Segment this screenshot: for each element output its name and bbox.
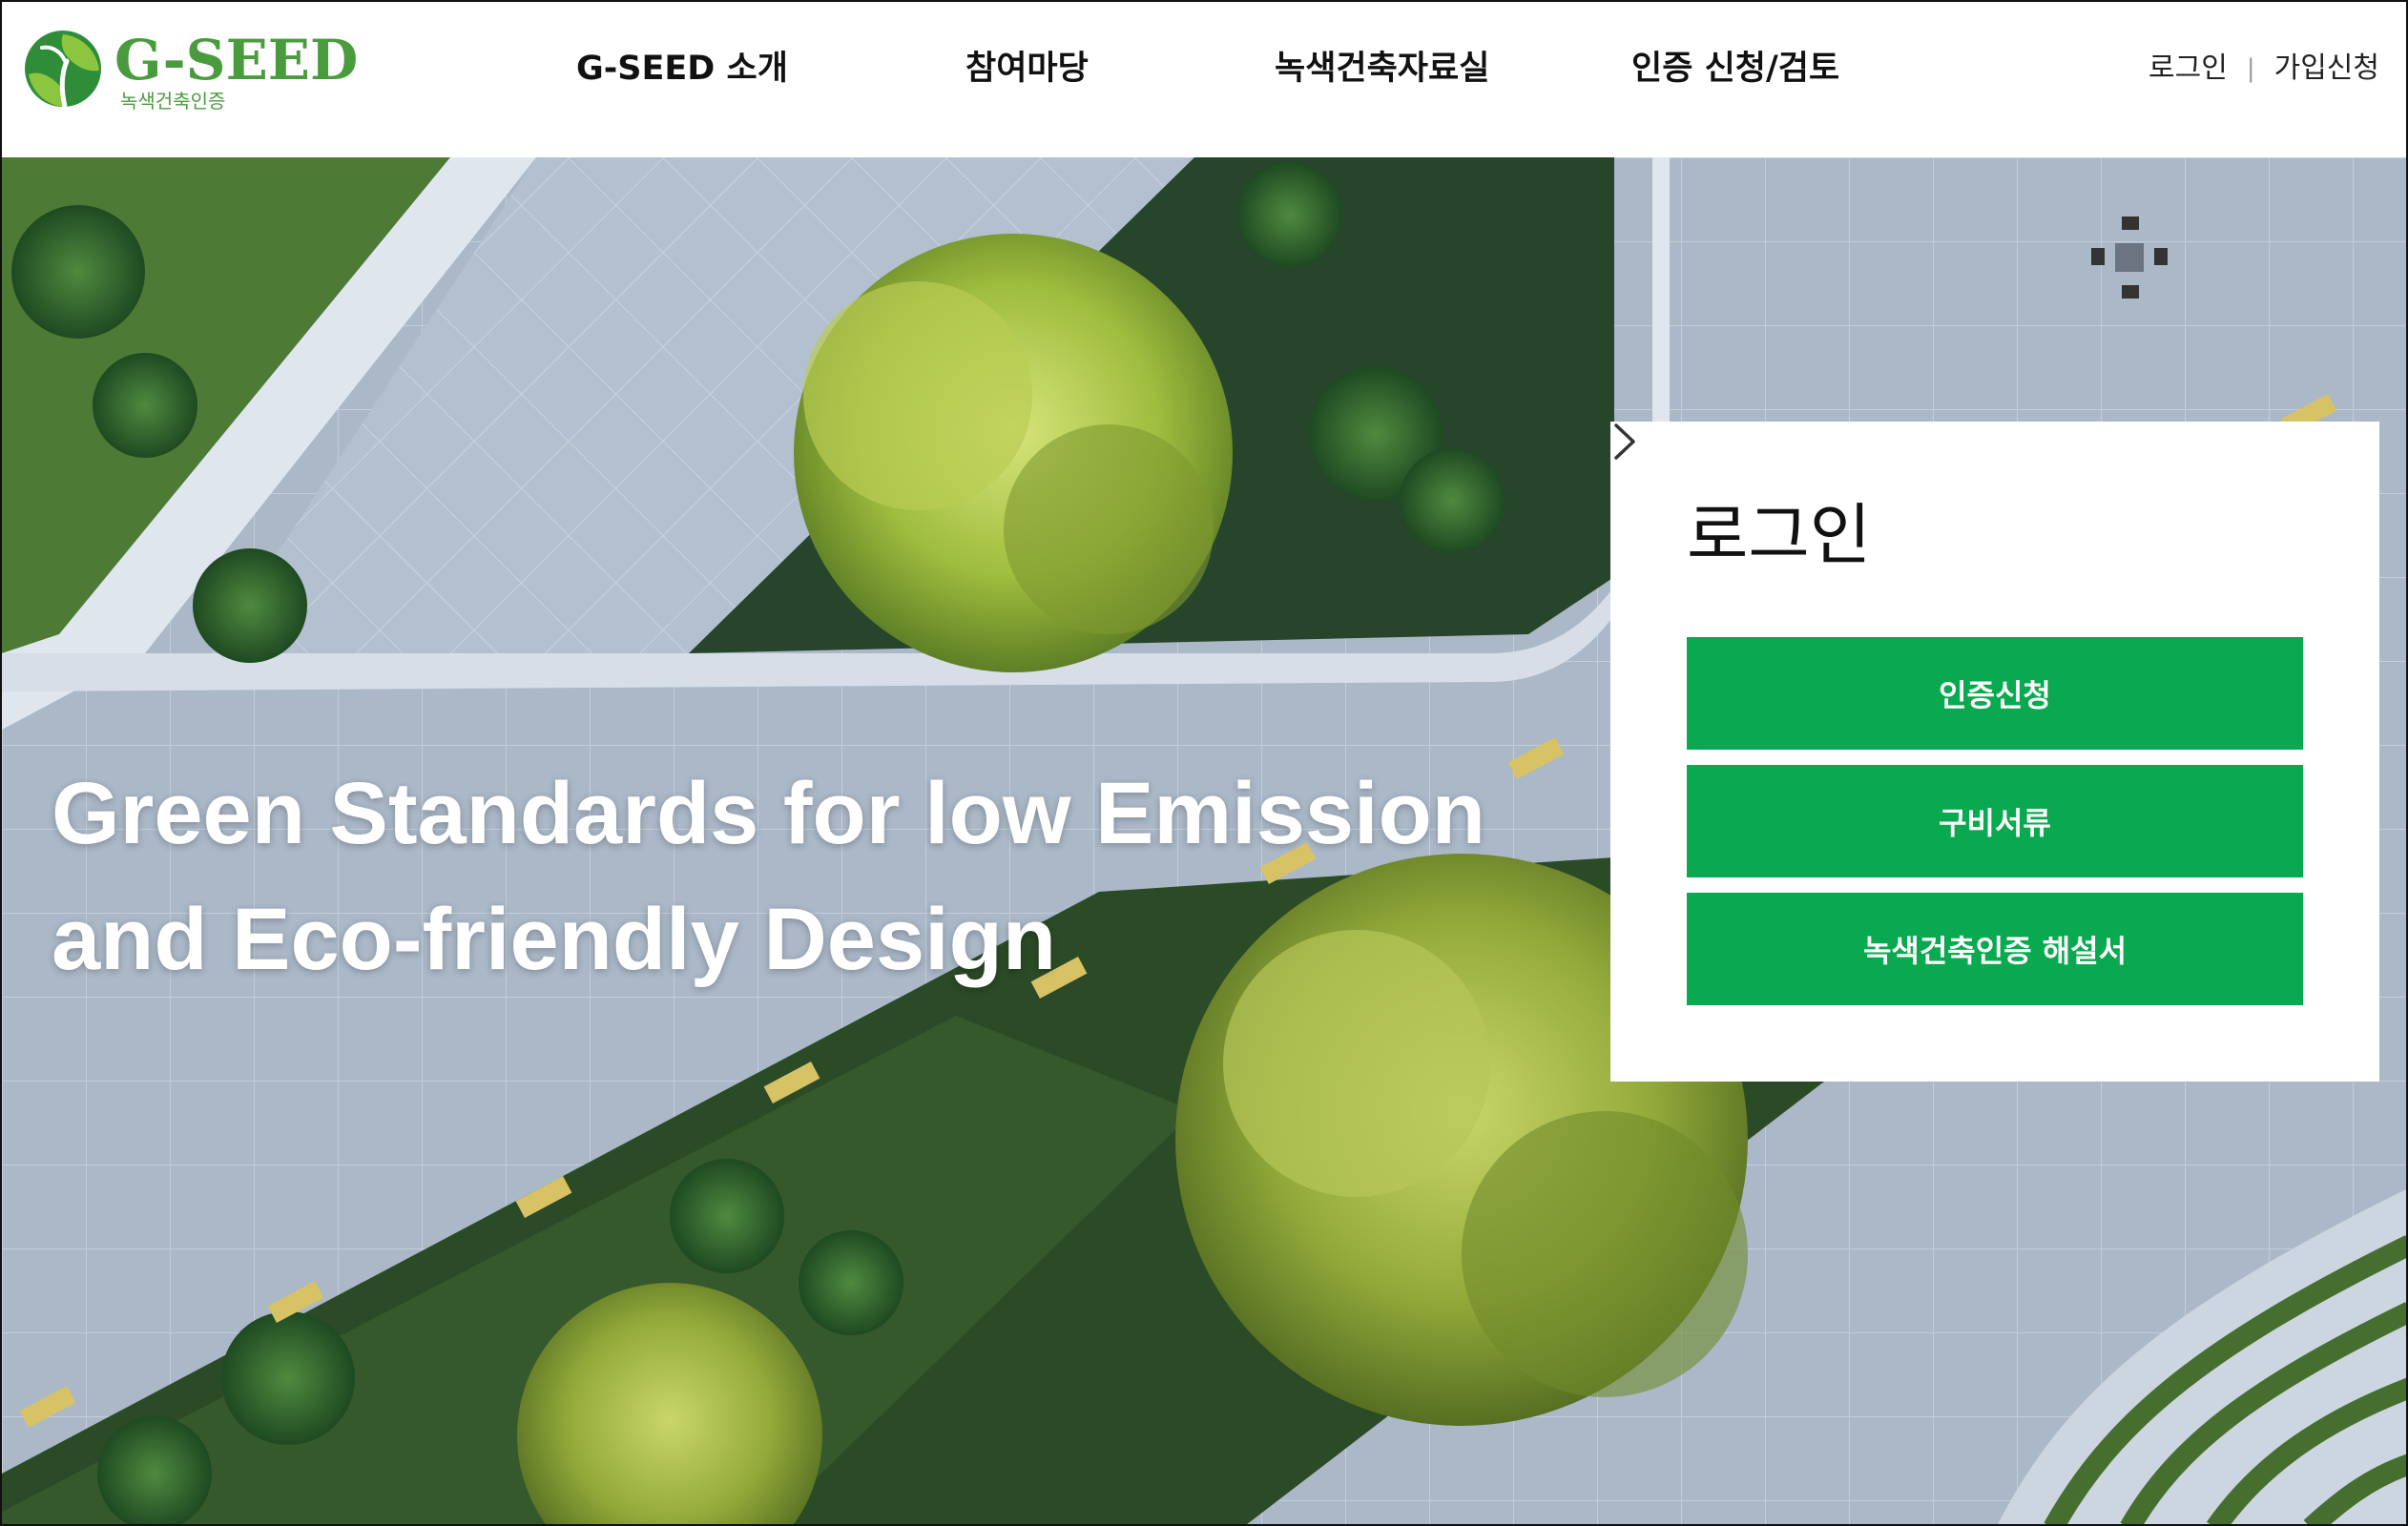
apply-certification-button[interactable]: 인증신청 — [1687, 637, 2303, 750]
certification-manual-button[interactable]: 녹색건축인증 해설서 — [1687, 893, 2303, 1005]
hero-headline: Green Standards for low Emission and Eco… — [52, 751, 1578, 1002]
required-documents-button[interactable]: 구비서류 — [1687, 765, 2303, 877]
util-links: 로그인 | 가입신청 — [2149, 50, 2379, 88]
nav-item-gseed-intro[interactable]: G-SEED 소개 — [576, 46, 788, 92]
nav-item-resources[interactable]: 녹색건축자료실 — [1275, 46, 1489, 92]
chevron-right-icon[interactable] — [1610, 422, 1639, 462]
login-panel: 로그인 인증신청 구비서류 녹색건축인증 해설서 — [1610, 422, 2379, 1082]
util-divider: | — [2246, 54, 2255, 83]
page-frame: G-SEED 녹색건축인증 G-SEED 소개 참여마당 녹색건축자료실 인증 … — [0, 0, 2408, 1526]
login-link[interactable]: 로그인 — [2149, 50, 2228, 88]
hero-headline-line1: Green Standards for low Emission — [52, 765, 1485, 862]
site-header: G-SEED 녹색건축인증 G-SEED 소개 참여마당 녹색건축자료실 인증 … — [2, 2, 2406, 157]
nav-item-certification[interactable]: 인증 신청/검토 — [1631, 46, 1839, 92]
logo-subtitle: 녹색건축인증 — [120, 90, 226, 113]
login-panel-title[interactable]: 로그인 — [1687, 492, 1871, 578]
leaf-logo-icon — [25, 31, 101, 110]
nav-item-participation[interactable]: 참여마당 — [965, 46, 1089, 92]
hero-section: Green Standards for low Emission and Eco… — [2, 157, 2406, 1524]
logo-title: G-SEED — [114, 28, 359, 93]
hero-headline-line2: and Eco-friendly Design — [52, 891, 1057, 988]
site-logo[interactable]: G-SEED 녹색건축인증 — [23, 27, 358, 114]
signup-link[interactable]: 가입신청 — [2274, 50, 2379, 88]
